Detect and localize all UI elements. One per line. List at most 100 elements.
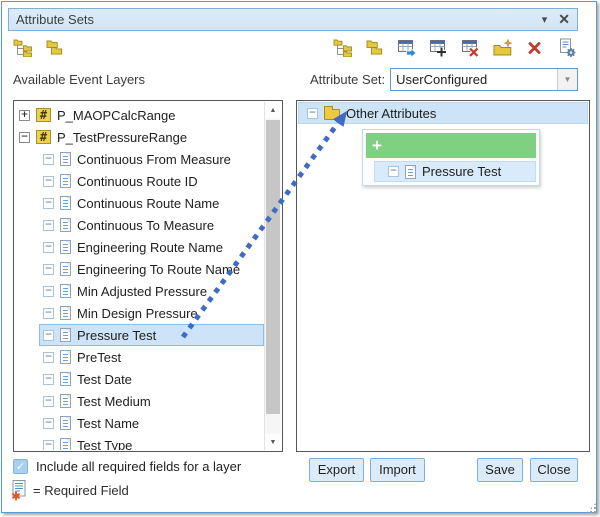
tree-item[interactable]: + P_MAOPCalcRange (15, 104, 264, 126)
new-folder-icon[interactable] (492, 37, 514, 59)
tree-item[interactable]: − Continuous Route ID (39, 170, 264, 192)
collapse-box-icon[interactable]: − (43, 154, 54, 165)
tree-item-selected[interactable]: − Pressure Test (39, 324, 264, 346)
field-icon (60, 328, 71, 342)
tree-item-label: Test Type (77, 438, 132, 451)
include-required-label: Include all required fields for a layer (36, 459, 241, 474)
scroll-down-icon[interactable]: ▼ (265, 434, 281, 450)
tree-item[interactable]: − Continuous To Measure (39, 214, 264, 236)
field-icon (60, 438, 71, 450)
plus-icon: + (372, 136, 382, 155)
drop-add-indicator: + (366, 133, 536, 158)
event-layer-icon (36, 130, 51, 144)
tree-item-label: Test Name (77, 416, 139, 431)
tree-item[interactable]: − Test Medium (39, 390, 264, 412)
field-icon (60, 416, 71, 430)
scroll-up-icon[interactable]: ▲ (265, 102, 281, 118)
tree-item-label: P_MAOPCalcRange (57, 108, 176, 123)
field-icon (60, 306, 71, 320)
collapse-box-icon[interactable]: − (43, 440, 54, 451)
expand-box-icon[interactable]: + (19, 110, 30, 121)
tree-item-label: Continuous Route Name (77, 196, 219, 211)
tree-item-label: Test Medium (77, 394, 151, 409)
tree-item[interactable]: − PreTest (39, 346, 264, 368)
tree-item[interactable]: − Test Type (39, 434, 264, 450)
attribute-set-label: Attribute Set: (310, 72, 385, 87)
scrollbar-thumb[interactable] (266, 120, 280, 414)
collapse-box-icon[interactable]: − (43, 308, 54, 319)
collapse-box-icon[interactable]: − (43, 330, 54, 341)
folder-icon (324, 109, 340, 120)
tree-item-label: Continuous From Measure (77, 152, 231, 167)
collapse-box-icon[interactable]: − (43, 264, 54, 275)
tree-item[interactable]: − Min Design Pressure (39, 302, 264, 324)
table-add-icon[interactable] (428, 37, 450, 59)
collapse-box-icon[interactable]: − (43, 418, 54, 429)
drag-ghost: + − Pressure Test (362, 129, 540, 186)
collapse-box-icon[interactable]: − (19, 132, 30, 143)
required-field-legend: = Required Field (33, 483, 129, 498)
attribute-set-select[interactable]: UserConfigured (390, 68, 578, 91)
collapse-box-icon[interactable]: − (43, 374, 54, 385)
drag-ghost-item: − Pressure Test (374, 161, 536, 182)
window-menu-button[interactable]: ▾ (542, 13, 548, 26)
table-remove-icon[interactable] (460, 37, 482, 59)
tree-item-label: Test Date (77, 372, 132, 387)
tree-item[interactable]: − Engineering Route Name (39, 236, 264, 258)
save-button[interactable]: Save (477, 458, 523, 482)
open-folders-icon[interactable] (44, 37, 66, 59)
field-icon (60, 218, 71, 232)
delete-x-icon[interactable] (524, 37, 546, 59)
window-title: Attribute Sets (16, 12, 94, 27)
import-button[interactable]: Import (370, 458, 425, 482)
event-layers-tree: + P_MAOPCalcRange − P_TestPressureRange … (13, 100, 283, 452)
tree-item[interactable]: − Engineering To Route Name (39, 258, 264, 280)
field-icon (60, 240, 71, 254)
collapse-box-icon[interactable]: − (43, 242, 54, 253)
collapse-box-icon[interactable]: − (43, 352, 54, 363)
tree-item-label: Pressure Test (77, 328, 156, 343)
close-icon[interactable]: ✕ (558, 11, 570, 28)
titlebar[interactable]: Attribute Sets ▾ ✕ (8, 8, 578, 31)
tree-item[interactable]: − Test Date (39, 368, 264, 390)
tree-item[interactable]: − Test Name (39, 412, 264, 434)
include-required-checkbox[interactable]: ✓ (13, 459, 28, 474)
group-other-attributes[interactable]: − Other Attributes (298, 102, 588, 124)
export-button[interactable]: Export (309, 458, 364, 482)
tree-item[interactable]: − Continuous From Measure (39, 148, 264, 170)
tree-item-label: Continuous To Measure (77, 218, 214, 233)
drag-ghost-label: Pressure Test (422, 164, 501, 179)
attribute-set-tree-icon[interactable] (332, 37, 354, 59)
collapse-box-icon[interactable]: − (307, 108, 318, 119)
tree-item-label: PreTest (77, 350, 121, 365)
close-button[interactable]: Close (530, 458, 578, 482)
tree-item-label: Min Design Pressure (77, 306, 198, 321)
document-settings-icon[interactable] (556, 37, 578, 59)
available-event-layers-heading: Available Event Layers (13, 72, 145, 87)
expand-layer-tree-icon[interactable] (12, 37, 34, 59)
collapse-box-icon[interactable]: − (43, 286, 54, 297)
tree-item-label: Engineering Route Name (77, 240, 223, 255)
tree-item[interactable]: − P_TestPressureRange (15, 126, 264, 148)
tree-item[interactable]: − Min Adjusted Pressure (39, 280, 264, 302)
attribute-set-value: UserConfigured (391, 72, 557, 87)
tree-item[interactable]: − Continuous Route Name (39, 192, 264, 214)
chevron-down-icon[interactable] (557, 69, 577, 90)
field-icon (60, 350, 71, 364)
field-icon (60, 174, 71, 188)
field-icon (60, 152, 71, 166)
collapse-box-icon[interactable]: − (43, 198, 54, 209)
collapse-box-icon[interactable]: − (43, 220, 54, 231)
field-icon (60, 196, 71, 210)
field-icon (60, 284, 71, 298)
copy-folders-icon[interactable] (364, 37, 386, 59)
collapse-box-icon[interactable]: − (43, 176, 54, 187)
scrollbar[interactable]: ▲ ▼ (264, 102, 281, 450)
table-export-icon[interactable] (396, 37, 418, 59)
tree-item-label: Min Adjusted Pressure (77, 284, 207, 299)
field-icon (60, 372, 71, 386)
toolbar (12, 36, 578, 60)
event-layer-icon (36, 108, 51, 122)
group-label: Other Attributes (346, 106, 436, 121)
collapse-box-icon[interactable]: − (43, 396, 54, 407)
